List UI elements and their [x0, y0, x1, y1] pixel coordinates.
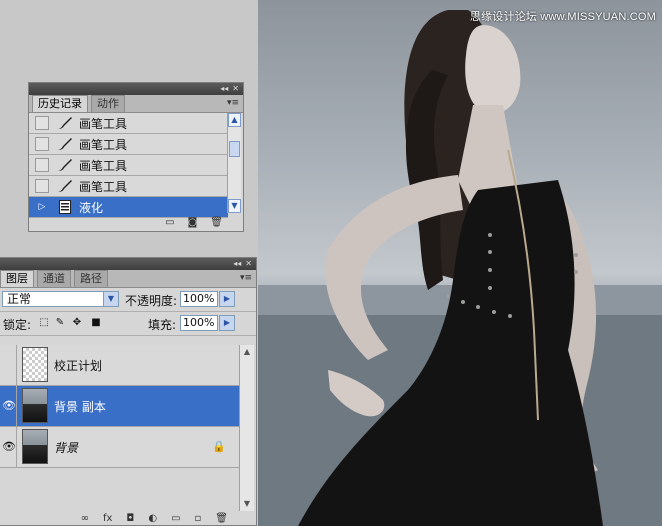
opacity-label: 不透明度:: [125, 294, 178, 308]
snapshot-icon[interactable]: ◙: [188, 217, 198, 228]
photo-canvas[interactable]: 思缘设计论坛 www.MISSYUAN.COM: [258, 0, 662, 526]
eye-icon[interactable]: 👁: [1, 399, 17, 413]
brush-icon: [57, 157, 73, 173]
trash-icon[interactable]: 🗑: [215, 513, 228, 524]
layer-name: 校正计划: [54, 359, 103, 373]
history-item[interactable]: 画笔工具: [29, 176, 228, 197]
fill-slider-button[interactable]: ▶: [219, 315, 235, 331]
panel-menu-icon[interactable]: ▾≡: [227, 98, 239, 108]
tab-paths[interactable]: 路径: [74, 270, 108, 287]
link-icon[interactable]: ∞: [81, 513, 89, 524]
layer-row[interactable]: 👁 背景 🔒: [0, 427, 240, 468]
scroll-up-icon[interactable]: ▲: [240, 345, 254, 359]
history-list: 画笔工具 画笔工具 画笔工具 画笔工具 ▷ 液化: [29, 113, 228, 218]
layers-tabbar: 图层 通道 路径 ▾≡: [0, 270, 256, 288]
history-source-checkbox[interactable]: [35, 158, 49, 172]
history-item-label: 画笔工具: [79, 116, 128, 131]
history-panel-header[interactable]: ◂◂ ✕: [29, 83, 243, 95]
new-document-icon[interactable]: ▭: [165, 217, 174, 228]
history-state-arrow-icon: ▷: [38, 202, 46, 212]
mask-icon[interactable]: ◘: [126, 513, 134, 524]
history-scrollbar[interactable]: ▲ ▼: [227, 113, 241, 213]
close-icon[interactable]: ✕: [232, 83, 239, 95]
lock-all-icon[interactable]: ■: [90, 317, 102, 329]
visibility-toggle[interactable]: [0, 345, 17, 385]
photo-image: [258, 10, 662, 526]
layer-name: 背景: [54, 441, 79, 455]
history-source-checkbox[interactable]: ▷: [35, 200, 49, 214]
lock-icon: 🔒: [212, 440, 226, 453]
close-icon[interactable]: ✕: [245, 258, 252, 270]
eye-icon[interactable]: 👁: [1, 440, 17, 454]
lock-pixels-icon[interactable]: ✎: [54, 317, 66, 329]
history-item-label: 画笔工具: [79, 137, 128, 152]
blend-mode-select[interactable]: 正常 ▼: [2, 291, 119, 307]
trash-icon[interactable]: 🗑: [210, 217, 223, 228]
lock-options-row: 锁定: ⬚ ✎ ✥ ■ 填充: 100% ▶: [0, 312, 256, 336]
collapse-icon[interactable]: ◂◂: [220, 83, 228, 95]
panel-menu-icon[interactable]: ▾≡: [240, 273, 252, 283]
scroll-thumb[interactable]: [229, 141, 240, 157]
history-item-label: 画笔工具: [79, 158, 128, 173]
brush-icon: [57, 136, 73, 152]
lock-label: 锁定:: [3, 318, 32, 332]
collapse-icon[interactable]: ◂◂: [233, 258, 241, 270]
group-icon[interactable]: ▭: [171, 513, 180, 524]
tab-layers[interactable]: 图层: [0, 270, 34, 287]
visibility-toggle[interactable]: 👁: [0, 427, 17, 467]
lock-position-icon[interactable]: ✥: [71, 317, 83, 329]
history-item[interactable]: 画笔工具: [29, 155, 228, 176]
fx-icon[interactable]: fx: [103, 513, 112, 524]
visibility-toggle[interactable]: 👁: [0, 386, 17, 426]
opacity-slider-button[interactable]: ▶: [219, 291, 235, 307]
blend-mode-value: 正常: [7, 292, 32, 306]
history-tabbar: 历史记录 动作 ▾≡: [29, 95, 243, 113]
layer-thumbnail: [22, 388, 48, 423]
adjustment-icon[interactable]: ◐: [148, 513, 157, 524]
scroll-down-icon[interactable]: ▼: [240, 497, 254, 511]
history-footer: ▭ ◙ 🗑: [29, 213, 243, 231]
history-source-checkbox[interactable]: [35, 179, 49, 193]
brush-icon: [57, 115, 73, 131]
fill-label: 填充:: [148, 318, 177, 332]
layers-panel: ◂◂ ✕ 图层 通道 路径 ▾≡ 正常 ▼ 不透明度: 100% ▶ 锁定: ⬚…: [0, 257, 257, 526]
layers-scrollbar[interactable]: ▲ ▼: [239, 345, 254, 511]
layer-row-selected[interactable]: 👁 背景 副本: [0, 386, 240, 427]
tab-history[interactable]: 历史记录: [32, 95, 88, 112]
layer-name: 背景 副本: [54, 400, 106, 414]
scroll-down-icon[interactable]: ▼: [228, 199, 241, 213]
watermark-text: 思缘设计论坛 www.MISSYUAN.COM: [469, 11, 656, 23]
lock-transparency-icon[interactable]: ⬚: [38, 317, 50, 329]
blend-options-row: 正常 ▼ 不透明度: 100% ▶: [0, 288, 256, 312]
tab-actions[interactable]: 动作: [91, 95, 125, 112]
layers-panel-header[interactable]: ◂◂ ✕: [0, 258, 256, 270]
history-item[interactable]: 画笔工具: [29, 134, 228, 155]
new-layer-icon[interactable]: ▫: [195, 513, 202, 524]
chevron-down-icon[interactable]: ▼: [103, 292, 118, 306]
layers-footer: ∞ fx ◘ ◐ ▭ ▫ 🗑: [0, 511, 256, 525]
history-source-checkbox[interactable]: [35, 116, 49, 130]
history-source-checkbox[interactable]: [35, 137, 49, 151]
history-panel: ◂◂ ✕ 历史记录 动作 ▾≡ 画笔工具 画笔工具 画笔工具 画笔工具 ▷ 液化…: [28, 82, 244, 232]
tab-channels[interactable]: 通道: [37, 270, 71, 287]
fill-input[interactable]: 100%: [180, 315, 218, 331]
scroll-up-icon[interactable]: ▲: [228, 113, 241, 127]
opacity-input[interactable]: 100%: [180, 291, 218, 307]
history-item-label: 画笔工具: [79, 179, 128, 194]
history-item[interactable]: 画笔工具: [29, 113, 228, 134]
brush-icon: [57, 178, 73, 194]
layer-thumbnail: [22, 429, 48, 464]
layer-thumbnail: [22, 347, 48, 382]
layer-list: 校正计划 👁 背景 副本 👁 背景 🔒: [0, 345, 240, 468]
layer-row[interactable]: 校正计划: [0, 345, 240, 386]
